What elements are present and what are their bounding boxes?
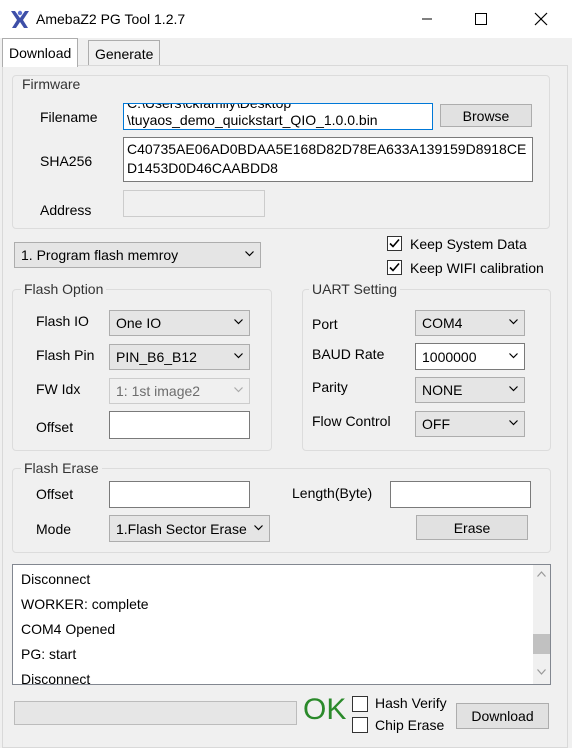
title-bar[interactable]: AmebaZ2 PG Tool 1.2.7 <box>0 0 572 38</box>
keep-wifi-calibration-checkbox[interactable] <box>387 260 402 275</box>
log-line: Disconnect <box>21 571 91 587</box>
port-label: Port <box>312 316 338 332</box>
flash-erase-title: Flash Erase <box>21 460 102 476</box>
keep-wifi-calibration-label[interactable]: Keep WIFI calibration <box>410 260 544 276</box>
baud-rate-value: 1000000 <box>422 348 477 365</box>
parity-select[interactable]: NONE <box>415 377 525 403</box>
flow-control-value: OFF <box>422 416 450 432</box>
chevron-down-icon <box>234 353 243 359</box>
port-value: COM4 <box>422 315 463 331</box>
chevron-down-icon <box>254 524 263 530</box>
flash-option-title: Flash Option <box>21 281 107 297</box>
length-label: Length(Byte) <box>292 485 373 501</box>
flash-pin-select[interactable]: PIN_B6_B12 <box>109 344 250 370</box>
flash-pin-value: PIN_B6_B12 <box>116 349 197 365</box>
browse-button[interactable]: Browse <box>440 104 532 127</box>
chevron-down-icon <box>234 319 243 325</box>
chevron-down-icon <box>509 420 518 426</box>
chip-erase-label[interactable]: Chip Erase <box>375 717 444 733</box>
download-button-label: Download <box>471 708 534 724</box>
chevron-down-icon <box>509 386 518 392</box>
erase-mode-value: 1.Flash Sector Erase <box>116 520 247 537</box>
flash-io-value: One IO <box>116 315 162 331</box>
erase-button-label: Erase <box>453 519 491 536</box>
firmware-group-title: Firmware <box>19 76 84 92</box>
scroll-down-icon[interactable] <box>537 669 546 675</box>
scroll-up-icon[interactable] <box>537 571 546 577</box>
chevron-down-icon <box>245 251 254 257</box>
log-line: WORKER: complete <box>21 596 149 612</box>
checkmark-icon <box>389 238 400 248</box>
checkmark-icon <box>389 262 400 272</box>
minimize-button[interactable] <box>404 0 450 38</box>
flash-io-label: Flash IO <box>36 313 89 329</box>
address-field[interactable] <box>123 190 265 217</box>
erase-mode-select[interactable]: 1.Flash Sector Erase <box>109 515 270 542</box>
parity-value: NONE <box>422 382 463 398</box>
tab-download[interactable]: Download <box>2 38 79 67</box>
keep-system-data-checkbox[interactable] <box>387 236 402 251</box>
keep-system-data-label[interactable]: Keep System Data <box>410 236 527 252</box>
maximize-button[interactable] <box>458 0 504 38</box>
sha256-line2: D1453D0D46CAABDD8 <box>127 160 278 176</box>
maximize-icon <box>475 13 487 25</box>
close-icon <box>534 12 548 26</box>
program-mode-value: 1. Program flash memroy <box>21 247 179 263</box>
erase-button[interactable]: Erase <box>416 515 528 540</box>
flow-control-label: Flow Control <box>312 413 391 429</box>
baud-rate-label: BAUD Rate <box>312 346 385 362</box>
sha256-field[interactable]: C40735AE06AD0BDAA5E168D82D78EA633A139159… <box>123 137 533 182</box>
fw-idx-label: FW Idx <box>36 381 81 397</box>
tab-generate-label: Generate <box>95 45 154 62</box>
chevron-down-icon <box>234 387 243 393</box>
flash-offset-label: Offset <box>36 419 74 435</box>
length-field[interactable] <box>390 481 531 508</box>
log-line: COM4 Opened <box>21 621 116 637</box>
filename-line1: C:\Users\ckfamily\Desktop <box>127 103 292 111</box>
program-mode-select[interactable]: 1. Program flash memroy <box>14 242 261 268</box>
chevron-down-icon <box>509 352 518 358</box>
close-button[interactable] <box>518 0 564 38</box>
window-title: AmebaZ2 PG Tool 1.2.7 <box>36 11 186 27</box>
fw-idx-value: 1: 1st image2 <box>116 383 201 399</box>
fw-idx-select[interactable]: 1: 1st image2 <box>109 378 250 404</box>
chevron-down-icon <box>509 319 518 325</box>
hash-verify-label[interactable]: Hash Verify <box>375 695 447 711</box>
status-ok: OK <box>303 693 347 726</box>
log-scrollbar[interactable] <box>533 565 550 684</box>
tab-download-label: Download <box>9 45 72 61</box>
flash-io-select[interactable]: One IO <box>109 310 250 336</box>
chip-erase-checkbox[interactable] <box>352 717 368 733</box>
hash-verify-checkbox[interactable] <box>352 696 368 712</box>
filename-field[interactable]: C:\Users\ckfamily\Desktop \tuyaos_demo_q… <box>123 103 433 130</box>
port-select[interactable]: COM4 <box>415 310 525 336</box>
log-output[interactable]: Disconnect WORKER: complete COM4 Opened … <box>12 564 551 685</box>
flash-pin-label: Flash Pin <box>36 347 95 363</box>
uart-setting-title: UART Setting <box>309 281 401 297</box>
erase-offset-label: Offset <box>36 486 74 502</box>
minimize-icon <box>422 18 432 20</box>
download-button[interactable]: Download <box>456 703 549 729</box>
browse-button-label: Browse <box>462 107 510 124</box>
parity-label: Parity <box>312 379 348 395</box>
ameba-logo-icon <box>11 10 29 28</box>
filename-line2: \tuyaos_demo_quickstart_QIO_1.0.0.bin <box>127 112 378 128</box>
scroll-thumb[interactable] <box>533 634 550 655</box>
baud-rate-select[interactable]: 1000000 <box>415 343 525 370</box>
flow-control-select[interactable]: OFF <box>415 411 525 437</box>
log-line: PG: start <box>21 646 77 662</box>
progress-bar <box>14 701 297 725</box>
sha256-line1: C40735AE06AD0BDAA5E168D82D78EA633A139159… <box>127 141 527 157</box>
flash-offset-field[interactable] <box>109 411 250 439</box>
filename-label: Filename <box>40 109 98 125</box>
address-label: Address <box>40 202 92 218</box>
log-line: Disconnect <box>21 671 91 685</box>
erase-offset-field[interactable] <box>109 481 250 508</box>
sha256-label: SHA256 <box>40 153 93 169</box>
erase-mode-label: Mode <box>36 521 72 537</box>
tab-generate[interactable]: Generate <box>88 40 161 66</box>
